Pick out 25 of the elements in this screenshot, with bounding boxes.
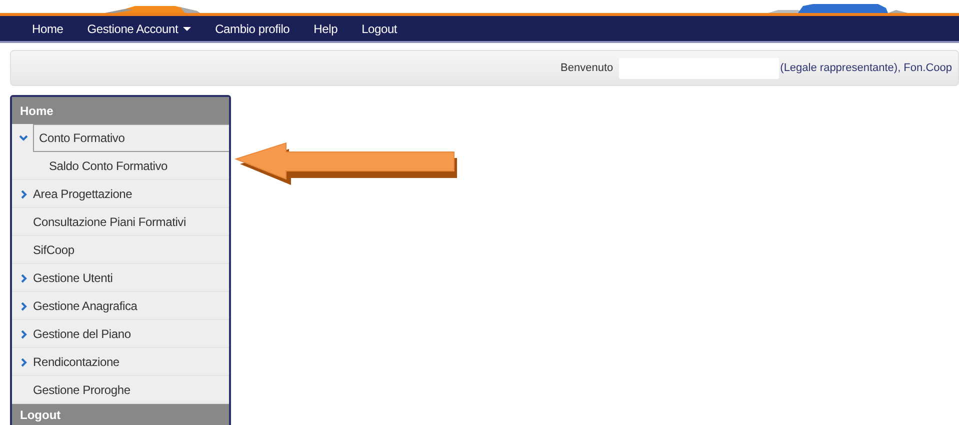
user-role-text: (Legale rappresentante), Fon.Coop [780, 60, 952, 76]
welcome-text: Benvenuto [560, 60, 614, 76]
sidebar-item[interactable]: Conto Formativo [33, 124, 229, 152]
sidebar-item[interactable]: SifCoop [12, 236, 229, 264]
nav-link[interactable]: Gestione Account [75, 16, 204, 41]
sidebar-item[interactable]: Gestione Utenti [12, 264, 229, 292]
chevron-right-icon [19, 358, 28, 367]
nav-link[interactable]: Cambio profilo [203, 16, 302, 41]
chevron-down-icon [19, 133, 28, 142]
sidebar-item[interactable]: Gestione Anagrafica [12, 292, 229, 320]
sidebar-subitem[interactable]: Saldo Conto Formativo [12, 152, 229, 180]
sidebar-item[interactable]: Area Progettazione [12, 180, 229, 208]
sidebar-item[interactable]: Gestione del Piano [12, 320, 229, 348]
sidebar-item[interactable]: Consultazione Piani Formativi [12, 208, 229, 236]
chevron-right-icon [19, 302, 28, 311]
nav-link[interactable]: Help [302, 16, 350, 41]
sidebar-footer[interactable]: Logout [12, 404, 229, 425]
chevron-right-icon [19, 190, 28, 199]
sidebar-item[interactable]: Rendicontazione [12, 348, 229, 376]
chevron-right-icon [19, 330, 28, 339]
logo-icon [768, 4, 908, 13]
nav-link[interactable]: Logout [350, 16, 410, 41]
chevron-right-icon [19, 274, 28, 283]
nav-link[interactable]: Home [20, 16, 76, 41]
sidebar-header: Home [12, 97, 229, 124]
